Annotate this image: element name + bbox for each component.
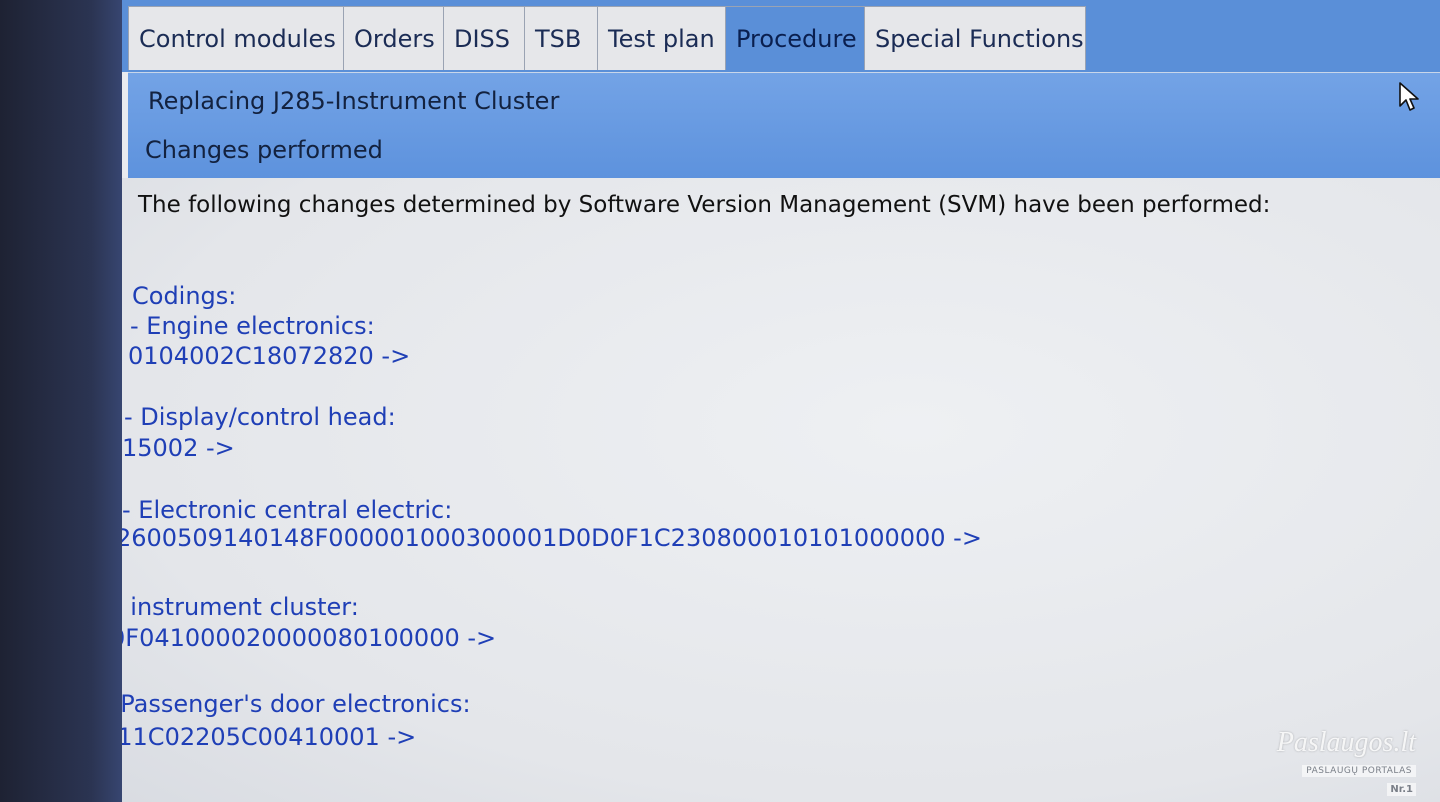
coding-value: 0104002C18072820 -> <box>128 342 411 370</box>
changes-panel: The following changes determined by Soft… <box>122 178 1440 802</box>
coding-name: - Engine electronics: <box>130 312 375 340</box>
coding-name: - Display/control head: <box>124 403 396 431</box>
tab-procedure[interactable]: Procedure <box>725 6 865 70</box>
monitor-bezel <box>0 0 130 802</box>
watermark-subtitle: PASLAUGŲ PORTALAS <box>1302 765 1416 777</box>
tab-bar: Control modules Orders DISS TSB Test pla… <box>122 0 1440 72</box>
site-watermark: Paslaugos.lt PASLAUGŲ PORTALAS Nr.1 <box>1276 727 1416 796</box>
coding-name: - instrument cluster: <box>122 593 359 621</box>
intro-text: The following changes determined by Soft… <box>138 192 1271 218</box>
codings-label: Codings: <box>132 282 237 310</box>
tab-test-plan[interactable]: Test plan <box>597 6 726 70</box>
diagnostic-window: Control modules Orders DISS TSB Test pla… <box>122 0 1440 802</box>
coding-value: 0F041000020000080100000 -> <box>122 624 497 652</box>
tab-special-functions[interactable]: Special Functions <box>864 6 1086 70</box>
tab-orders[interactable]: Orders <box>343 6 444 70</box>
watermark-badge: Nr.1 <box>1387 783 1416 796</box>
procedure-step: Changes performed <box>145 136 383 164</box>
coding-name: - Passenger's door electronics: <box>122 690 471 718</box>
watermark-brand: Paslaugos.lt <box>1276 727 1416 758</box>
mouse-pointer-icon <box>1399 82 1419 111</box>
coding-value: 011C02205C00410001 -> <box>122 723 417 751</box>
tab-control-modules[interactable]: Control modules <box>128 6 344 70</box>
tab-diss[interactable]: DISS <box>443 6 525 70</box>
tab-tsb[interactable]: TSB <box>524 6 598 70</box>
procedure-title: Replacing J285-Instrument Cluster <box>148 87 560 115</box>
coding-name: - Electronic central electric: <box>122 496 453 524</box>
coding-value: 15002 -> <box>122 434 235 462</box>
coding-value: 2600509140148F000001000300001D0D0F1C2308… <box>122 524 982 552</box>
procedure-header: Replacing J285-Instrument Cluster Change… <box>128 72 1440 180</box>
